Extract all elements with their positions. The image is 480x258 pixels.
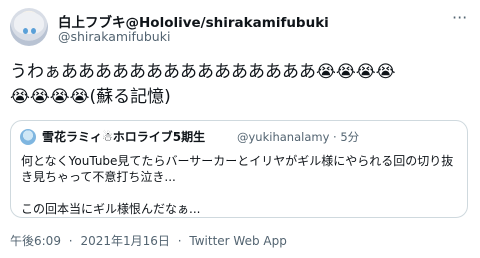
- quoted-tweet-text: 何となくYouTube見てたらバーサーカーとイリヤがギル様にやられる回の切り抜き…: [21, 154, 454, 216]
- more-horizontal-icon[interactable]: ···: [452, 8, 467, 27]
- meta-separator: ·: [177, 234, 182, 248]
- tweet-text: うわぁあああああああああああああああ😭😭😭😭 😭😭😭😭(蘇る記憶): [10, 62, 396, 107]
- meta-separator: ·: [68, 234, 73, 248]
- tweet-card: 白上フブキ@Hololive/shirakamifubuki @shirakam…: [0, 0, 480, 258]
- tweet-source[interactable]: Twitter Web App: [189, 234, 286, 248]
- quoted-display-name: 雪花ラミィ☃ホロライブ5期生: [42, 130, 206, 144]
- quoted-tweet[interactable]: 雪花ラミィ☃ホロライブ5期生 @yukihanalamy · 5分 何となくYo…: [10, 120, 468, 218]
- tweet-date[interactable]: 2021年1月16日: [80, 234, 169, 248]
- tweet-meta: 午後6:09 · 2021年1月16日 · Twitter Web App: [10, 232, 287, 249]
- quoted-handle-time: @yukihanalamy · 5分: [237, 130, 360, 144]
- avatar-hair: [14, 12, 44, 34]
- quoted-avatar: [20, 129, 36, 145]
- avatar[interactable]: [10, 8, 48, 46]
- user-handle[interactable]: @shirakamifubuki: [58, 29, 170, 44]
- avatar-eye-right: [31, 28, 36, 34]
- avatar-eye-left: [23, 28, 28, 34]
- tweet-time[interactable]: 午後6:09: [10, 234, 61, 248]
- display-name[interactable]: 白上フブキ@Hololive/shirakamifubuki: [58, 11, 329, 31]
